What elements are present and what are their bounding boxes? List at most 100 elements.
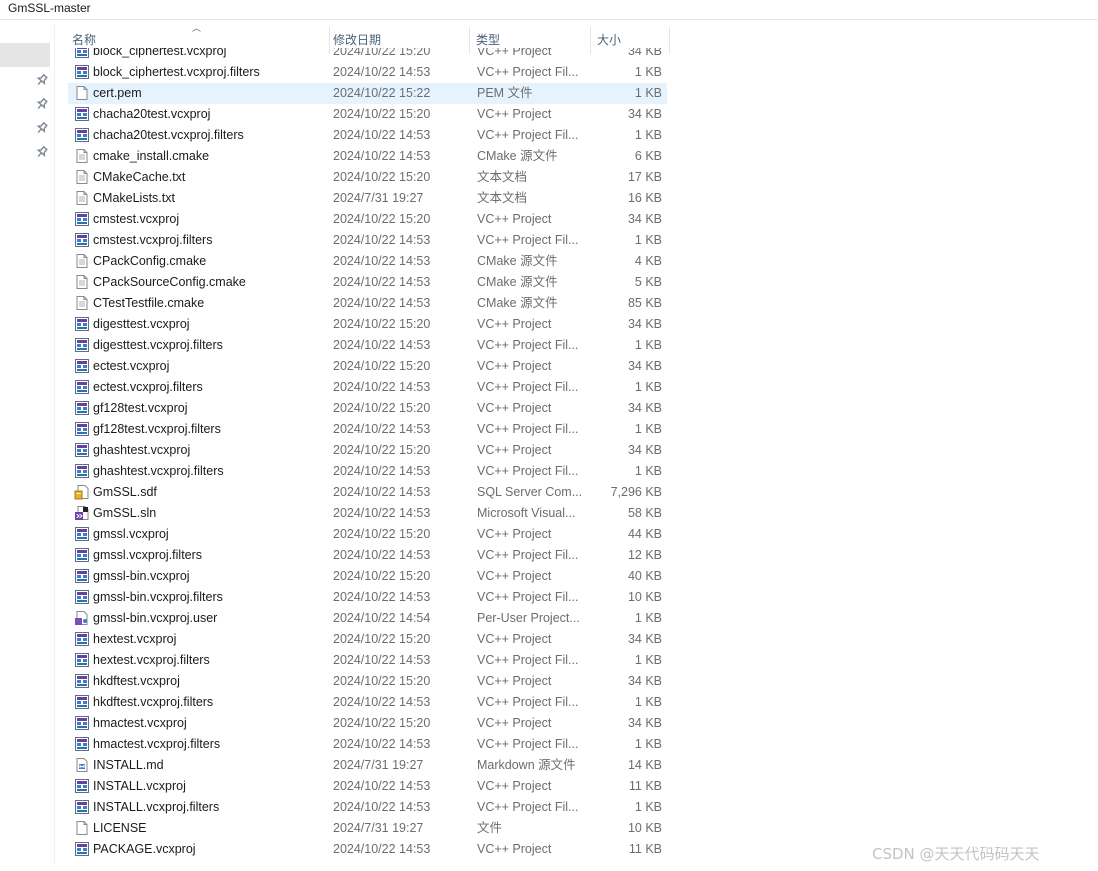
- file-row[interactable]: gf128test.vcxproj 2024/10/22 15:20 VC++ Pr…: [68, 398, 667, 419]
- file-date: 2024/10/22 14:53: [333, 737, 431, 751]
- file-name: INSTALL.md: [93, 758, 164, 772]
- file-date: 2024/10/22 14:53: [333, 464, 431, 478]
- file-row[interactable]: LICENSE 2024/7/31 19:27 文件 10 KB: [68, 818, 667, 839]
- file-row[interactable]: gmssl.vcxproj 2024/10/22 15:20 VC++ Projec…: [68, 524, 667, 545]
- file-row[interactable]: digesttest.vcxproj.filters 2024/10/22 14:…: [68, 335, 667, 356]
- file-name: INSTALL.vcxproj: [93, 779, 186, 793]
- vcxproj-icon: [74, 48, 90, 59]
- file-date: 2024/10/22 14:53: [333, 380, 431, 394]
- file-type: CMake 源文件: [477, 296, 558, 310]
- pin-icon[interactable]: [34, 96, 50, 112]
- file-row[interactable]: GmSSL.sdf 2024/10/22 14:53 SQL Server Com.…: [68, 482, 667, 503]
- pin-icon[interactable]: [34, 144, 50, 160]
- file-row[interactable]: block_ciphertest.vcxproj.filters 2024/10/…: [68, 62, 667, 83]
- file-name: hkdftest.vcxproj: [93, 674, 180, 688]
- file-row[interactable]: hmactest.vcxproj 2024/10/22 15:20 VC++ Pro…: [68, 713, 667, 734]
- file-row[interactable]: gf128test.vcxproj.filters 2024/10/22 14:5…: [68, 419, 667, 440]
- file-row[interactable]: GmSSL.sln 2024/10/22 14:53 Microsoft Visua…: [68, 503, 667, 524]
- file-row[interactable]: CMakeCache.txt 2024/10/22 15:20 文本文档 17 KB: [68, 167, 667, 188]
- file-type: PEM 文件: [477, 86, 533, 100]
- file-row[interactable]: cmake_install.cmake 2024/10/22 14:53 CMake…: [68, 146, 667, 167]
- file-date: 2024/10/22 15:20: [333, 632, 431, 646]
- pin-icon[interactable]: [34, 72, 50, 88]
- file-row[interactable]: gmssl.vcxproj.filters 2024/10/22 14:53 VC+…: [68, 545, 667, 566]
- vcxproj-icon: [74, 736, 90, 752]
- file-row[interactable]: gmssl-bin.vcxproj.filters 2024/10/22 14:5…: [68, 587, 667, 608]
- file-row[interactable]: ectest.vcxproj 2024/10/22 15:20 VC++ Proje…: [68, 356, 667, 377]
- file-size: 34 KB: [627, 443, 662, 457]
- file-row[interactable]: CPackSourceConfig.cmake 2024/10/22 14:53 C…: [68, 272, 667, 293]
- file-date: 2024/10/22 15:20: [333, 401, 431, 415]
- file-size: 1 KB: [634, 86, 662, 100]
- file-row[interactable]: INSTALL.md 2024/7/31 19:27 Markdown 源文件 14 …: [68, 755, 667, 776]
- file-date: 2024/10/22 14:53: [333, 422, 431, 436]
- file-name: gf128test.vcxproj.filters: [93, 422, 221, 436]
- file-row[interactable]: hmactest.vcxproj.filters 2024/10/22 14:53…: [68, 734, 667, 755]
- file-type: 文本文档: [477, 170, 528, 184]
- file-type: CMake 源文件: [477, 149, 558, 163]
- sdf-file-icon: [74, 484, 90, 500]
- file-name: PACKAGE.vcxproj: [93, 842, 196, 856]
- file-row[interactable]: gmssl-bin.vcxproj 2024/10/22 15:20 VC++ Pr…: [68, 566, 667, 587]
- file-row[interactable]: cmstest.vcxproj.filters 2024/10/22 14:53 V…: [68, 230, 667, 251]
- file-row[interactable]: hextest.vcxproj.filters 2024/10/22 14:53 V…: [68, 650, 667, 671]
- file-date: 2024/10/22 15:20: [333, 569, 431, 583]
- file-date: 2024/10/22 14:54: [333, 611, 431, 625]
- file-row[interactable]: CTestTestfile.cmake 2024/10/22 14:53 CMake…: [68, 293, 667, 314]
- file-size: 58 KB: [627, 506, 662, 520]
- file-row[interactable]: cert.pem 2024/10/22 15:22 PEM 文件 1 KB: [68, 83, 667, 104]
- file-row[interactable]: PACKAGE.vcxproj 2024/10/22 14:53 VC++ Proj…: [68, 839, 667, 860]
- file-row[interactable]: chacha20test.vcxproj.filters 2024/10/22 1…: [68, 125, 667, 146]
- file-row[interactable]: ghashtest.vcxproj 2024/10/22 15:20 VC++ Pr…: [68, 440, 667, 461]
- file-row[interactable]: gmssl-bin.vcxproj.user 2024/10/22 14:54 Pe…: [68, 608, 667, 629]
- file-row[interactable]: ectest.vcxproj.filters 2024/10/22 14:53 VC…: [68, 377, 667, 398]
- file-row[interactable]: hkdftest.vcxproj 2024/10/22 15:20 VC++ Pro…: [68, 671, 667, 692]
- file-date: 2024/10/22 14:53: [333, 695, 431, 709]
- file-row[interactable]: INSTALL.vcxproj 2024/10/22 14:53 VC++ Proj…: [68, 776, 667, 797]
- window-titlebar: GmSSL-master: [0, 0, 1098, 20]
- pin-icon[interactable]: [34, 120, 50, 136]
- file-row[interactable]: INSTALL.vcxproj.filters 2024/10/22 14:53 V…: [68, 797, 667, 818]
- file-type: VC++ Project: [477, 716, 552, 730]
- file-type: VC++ Project: [477, 674, 552, 688]
- file-row[interactable]: block_ciphertest.vcxproj 2024/10/22 15:20…: [68, 48, 667, 62]
- file-name: gmssl-bin.vcxproj.filters: [93, 590, 223, 604]
- file-name: CMakeLists.txt: [93, 191, 175, 205]
- file-row[interactable]: digesttest.vcxproj 2024/10/22 15:20 VC++ P…: [68, 314, 667, 335]
- text-file-icon: [74, 274, 90, 290]
- file-type: VC++ Project: [477, 359, 552, 373]
- file-name: GmSSL.sln: [93, 506, 157, 520]
- vcxproj-icon: [74, 127, 90, 143]
- file-name: hmactest.vcxproj: [93, 716, 187, 730]
- file-date: 2024/10/22 15:20: [333, 48, 431, 58]
- file-row[interactable]: hkdftest.vcxproj.filters 2024/10/22 14:53…: [68, 692, 667, 713]
- file-date: 2024/10/22 14:53: [333, 842, 431, 856]
- file-size: 10 KB: [627, 821, 662, 835]
- file-type: VC++ Project Fil...: [477, 338, 579, 352]
- vcxproj-icon: [74, 715, 90, 731]
- vcxproj-icon: [74, 799, 90, 815]
- file-row[interactable]: CPackConfig.cmake 2024/10/22 14:53 CMake 源…: [68, 251, 667, 272]
- file-name: block_ciphertest.vcxproj.filters: [93, 65, 260, 79]
- file-size: 1 KB: [634, 380, 662, 394]
- file-size: 34 KB: [627, 317, 662, 331]
- file-date: 2024/10/22 15:20: [333, 170, 431, 184]
- file-size: 4 KB: [634, 254, 662, 268]
- file-date: 2024/7/31 19:27: [333, 758, 424, 772]
- file-type: VC++ Project Fil...: [477, 233, 579, 247]
- vcxproj-icon: [74, 442, 90, 458]
- file-size: 1 KB: [634, 800, 662, 814]
- file-name: ghashtest.vcxproj.filters: [93, 464, 224, 478]
- file-row[interactable]: chacha20test.vcxproj 2024/10/22 15:20 VC++…: [68, 104, 667, 125]
- file-date: 2024/10/22 15:20: [333, 443, 431, 457]
- file-date: 2024/10/22 14:53: [333, 149, 431, 163]
- nav-selected-item[interactable]: [0, 43, 50, 67]
- file-date: 2024/10/22 14:53: [333, 779, 431, 793]
- file-row[interactable]: ghashtest.vcxproj.filters 2024/10/22 14:5…: [68, 461, 667, 482]
- file-row[interactable]: hextest.vcxproj 2024/10/22 15:20 VC++ Proj…: [68, 629, 667, 650]
- file-row[interactable]: cmstest.vcxproj 2024/10/22 15:20 VC++ Proj…: [68, 209, 667, 230]
- file-type: VC++ Project Fil...: [477, 800, 579, 814]
- file-size: 44 KB: [627, 527, 662, 541]
- file-type: VC++ Project Fil...: [477, 737, 579, 751]
- file-row[interactable]: CMakeLists.txt 2024/7/31 19:27 文本文档 16 KB: [68, 188, 667, 209]
